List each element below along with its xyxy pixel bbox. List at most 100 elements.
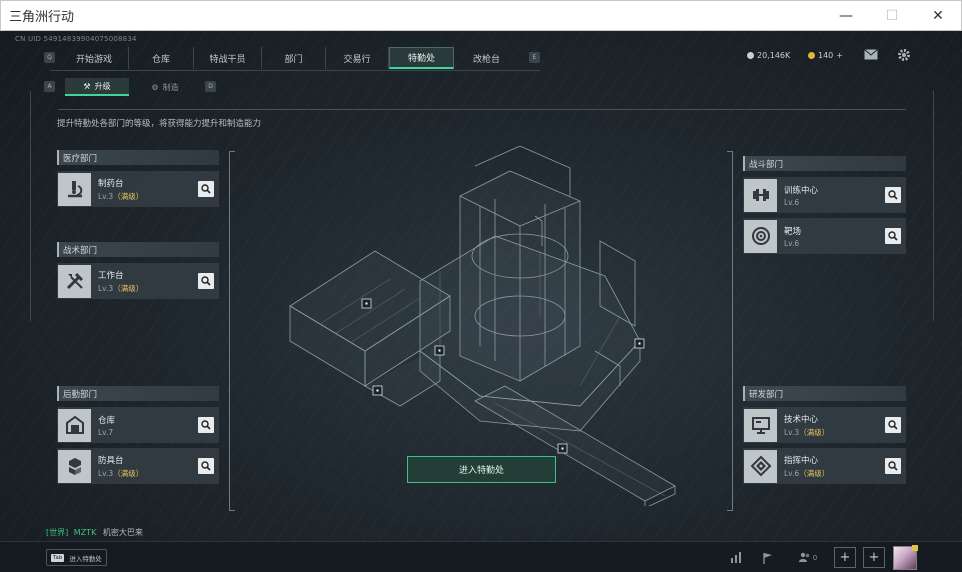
facility-card-armor-bench[interactable]: 防具台 Lv.3（满级）	[57, 448, 219, 484]
facility-card-command-center[interactable]: 指挥中心 Lv.6（满级）	[743, 448, 906, 484]
facility-level: Lv.3（满级）	[98, 191, 144, 201]
facility-level: Lv.3（满级）	[98, 468, 144, 478]
facility-card-workbench[interactable]: 工作台 Lv.3（满级）	[57, 263, 219, 299]
facility-name: 技术中心	[784, 414, 819, 425]
window-titlebar: 三角洲行动 — ☐ ✕	[0, 0, 962, 31]
coupon-display[interactable]: 140 +	[808, 51, 843, 60]
tab-key: Tab	[51, 553, 65, 562]
close-icon: ✕	[932, 7, 944, 24]
subtab-next-key[interactable]: D	[205, 81, 216, 92]
right-bracket	[727, 151, 733, 511]
dept-combat-title: 战斗部门	[743, 156, 906, 171]
enter-special-ops-button[interactable]: 进入特勤处	[407, 456, 556, 483]
left-bracket	[229, 151, 235, 511]
search-icon[interactable]	[198, 273, 214, 289]
bottom-bar: Tab 进入特勤处 0 + +	[0, 541, 962, 572]
dept-logistics-title: 后勤部门	[57, 386, 219, 401]
page-description: 提升特勤处各部门的等级，将获得能力提升和制造能力	[57, 119, 262, 129]
search-icon[interactable]	[885, 458, 901, 474]
coupon-value: 140	[818, 51, 834, 60]
armor-icon	[58, 449, 91, 483]
friends-button[interactable]: 0	[793, 548, 823, 567]
bar-chart-icon	[731, 552, 741, 563]
avatar-badge	[912, 545, 918, 551]
search-icon[interactable]	[885, 417, 901, 433]
facility-card-tech-center[interactable]: 技术中心 Lv.3（满级）	[743, 407, 906, 443]
tab-hint[interactable]: Tab 进入特勤处	[46, 549, 107, 566]
plus-icon: +	[868, 550, 880, 565]
dept-research-title: 研发部门	[743, 386, 906, 401]
flag-icon	[763, 552, 772, 564]
nav-prev-key[interactable]: Q	[44, 52, 55, 63]
facility-name: 靶场	[784, 226, 802, 237]
coin-icon	[747, 52, 754, 59]
search-icon[interactable]	[198, 417, 214, 433]
facility-card-pharmacy[interactable]: 制药台 Lv.3（满级）	[57, 171, 219, 207]
add-slot-button-1[interactable]: +	[834, 547, 856, 568]
player-avatar[interactable]	[893, 545, 918, 570]
storage-icon	[58, 408, 91, 442]
search-icon[interactable]	[198, 181, 214, 197]
search-icon[interactable]	[198, 458, 214, 474]
minimize-button[interactable]: —	[823, 1, 869, 31]
settings-button[interactable]	[897, 48, 911, 65]
tab-departments[interactable]: 部门	[262, 47, 326, 69]
tab-operators[interactable]: 特战干员	[194, 47, 262, 69]
mail-icon	[864, 49, 878, 60]
tab-warehouse[interactable]: 仓库	[129, 47, 194, 69]
section-divider	[58, 109, 906, 110]
tab-gunsmith[interactable]: 改枪台	[454, 47, 519, 69]
upgrade-icon: ⚒	[83, 81, 91, 91]
craft-icon: ⚙	[151, 82, 159, 92]
facility-name: 指挥中心	[784, 455, 819, 466]
facility-card-shooting-range[interactable]: 靶场 Lv.6	[743, 218, 906, 254]
facility-name: 工作台	[98, 270, 124, 281]
close-button[interactable]: ✕	[915, 1, 961, 31]
headquarters-wireframe	[289, 146, 676, 506]
subtab-upgrade-label: 升级	[94, 81, 111, 91]
flag-button[interactable]	[757, 548, 779, 567]
coupon-icon	[808, 52, 815, 59]
facility-level: Lv.6（满级）	[784, 468, 830, 478]
chat-sender: MZTK	[73, 528, 97, 537]
target-icon	[744, 219, 777, 253]
plus-icon: +	[839, 550, 851, 565]
facility-card-training-center[interactable]: 训练中心 Lv.6	[743, 177, 906, 213]
search-icon[interactable]	[885, 228, 901, 244]
tab-market[interactable]: 交易行	[326, 47, 389, 69]
chat-channel: [世界]	[46, 528, 69, 537]
chat-message[interactable]: [世界] MZTK 机密大巴来	[46, 527, 143, 538]
chat-text: 机密大巴来	[102, 528, 143, 537]
main-nav: 开始游戏 仓库 特战干员 部门 交易行 特勤处 改枪台	[60, 47, 519, 69]
search-icon[interactable]	[885, 187, 901, 203]
subtab-prev-key[interactable]: A	[44, 81, 55, 92]
tab-special-ops[interactable]: 特勤处	[389, 47, 454, 69]
friends-count: 0	[812, 553, 818, 562]
minimize-icon: —	[839, 7, 853, 24]
facility-card-storage[interactable]: 仓库 Lv.7	[57, 407, 219, 443]
subtab-craft[interactable]: ⚙ 制造	[140, 78, 190, 96]
dept-medical-title: 医疗部门	[57, 150, 219, 165]
facility-level: Lv.7	[98, 427, 114, 437]
tab-start-game[interactable]: 开始游戏	[60, 47, 129, 69]
facility-name: 训练中心	[784, 185, 819, 196]
tools-icon	[58, 264, 91, 298]
facility-level: Lv.6	[784, 238, 800, 248]
command-icon	[744, 449, 777, 483]
tab-hint-label: 进入特勤处	[69, 554, 102, 563]
microscope-icon	[58, 172, 91, 206]
maximize-icon: ☐	[885, 7, 899, 24]
stats-button[interactable]	[725, 548, 747, 567]
maximize-button[interactable]: ☐	[869, 1, 915, 31]
window-title: 三角洲行动	[9, 10, 75, 25]
monitor-icon	[744, 408, 777, 442]
add-slot-button-2[interactable]: +	[863, 547, 885, 568]
coupon-plus[interactable]: +	[836, 51, 843, 60]
facility-level: Lv.3（满级）	[784, 427, 830, 437]
subtab-upgrade[interactable]: ⚒ 升级	[65, 78, 129, 96]
mail-button[interactable]	[864, 49, 878, 63]
nav-next-key[interactable]: E	[529, 52, 540, 63]
left-guide-line	[30, 91, 31, 321]
currency-display[interactable]: 20,146K	[747, 51, 790, 60]
facility-level: Lv.3（满级）	[98, 283, 144, 293]
